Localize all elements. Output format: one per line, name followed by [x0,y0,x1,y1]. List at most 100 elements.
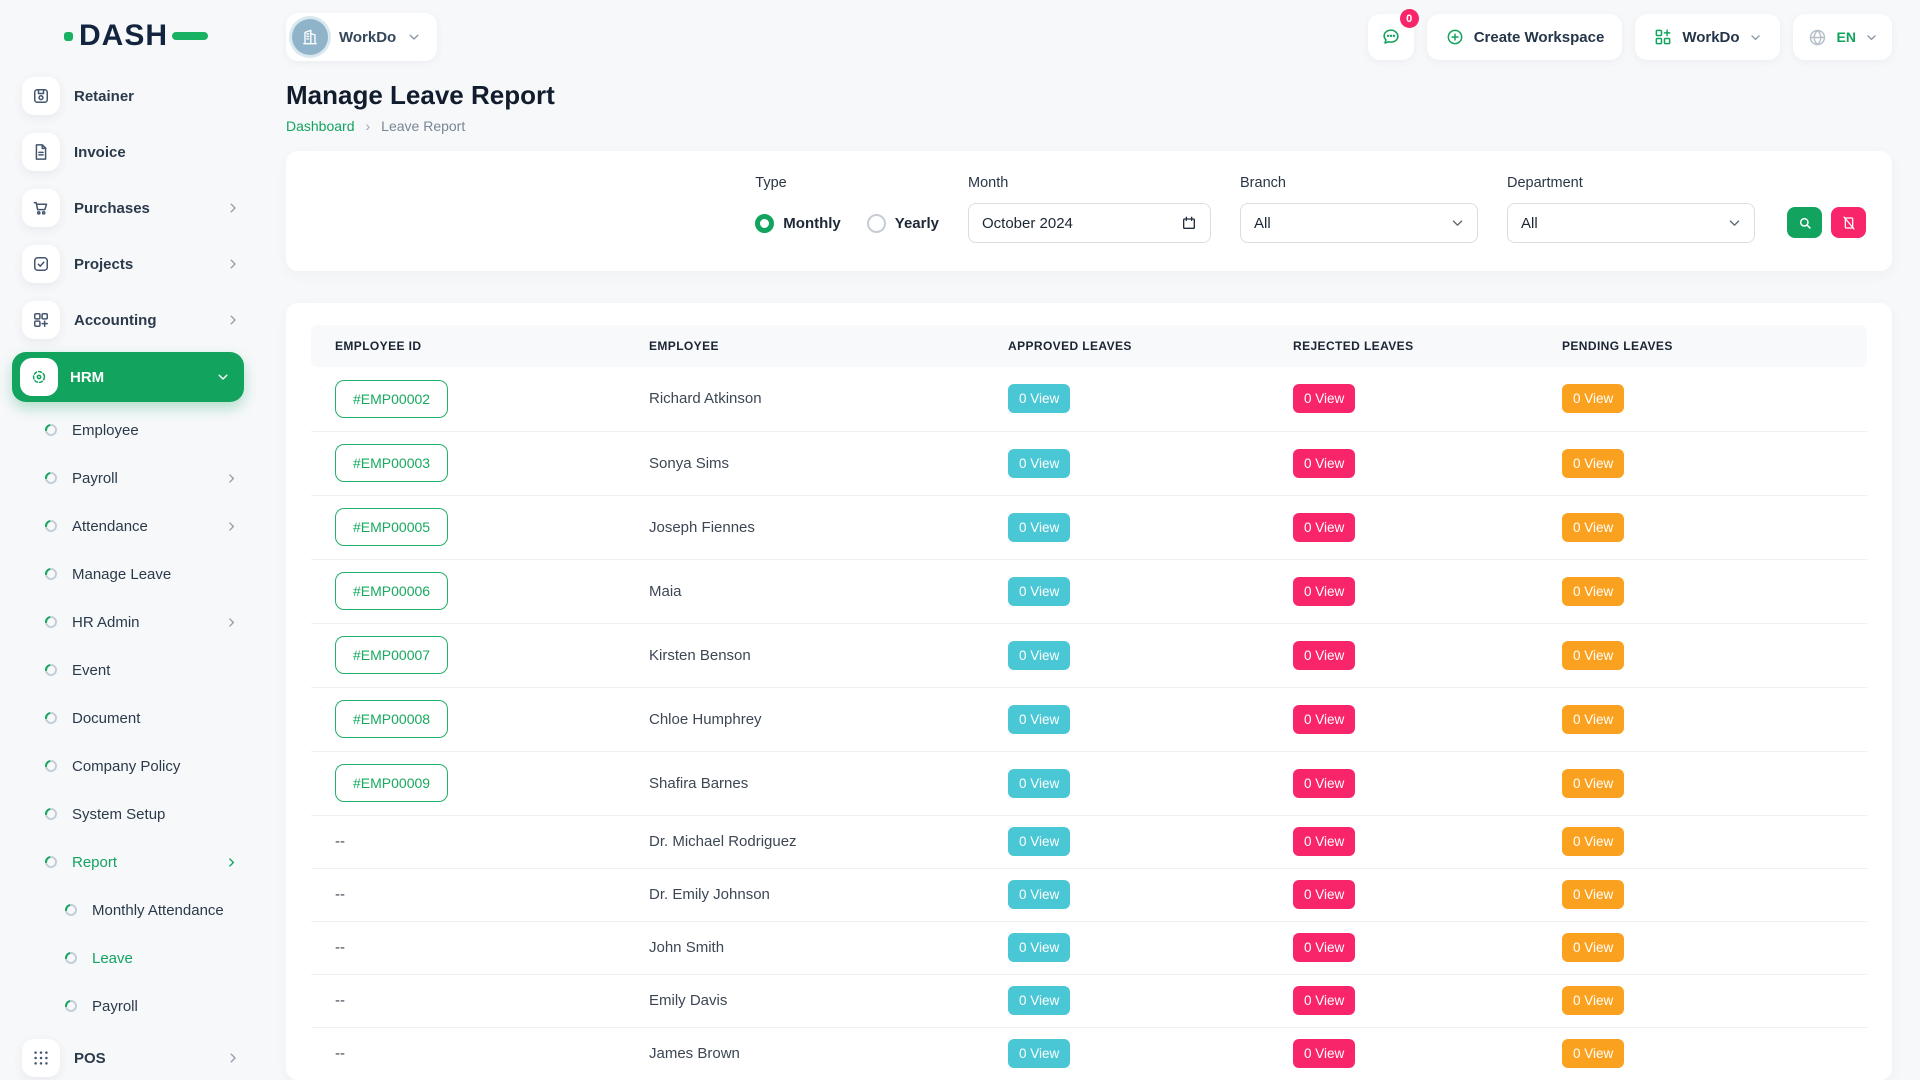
pending-leaves-view-badge[interactable]: 0 View [1562,880,1624,909]
employee-id-badge[interactable]: #EMP00002 [335,380,448,418]
sidebar-item-pos[interactable]: POS [0,1030,256,1080]
employee-name: Emily Davis [639,974,998,1027]
table-row: #EMP00003Sonya Sims0 View0 View0 View [311,431,1867,495]
approved-leaves-view-badge[interactable]: 0 View [1008,641,1070,670]
radio-yearly[interactable]: Yearly [867,214,939,233]
pending-leaves-view-badge[interactable]: 0 View [1562,986,1624,1015]
projects-check-icon-box [22,245,60,283]
rejected-leaves-view-badge[interactable]: 0 View [1293,705,1355,734]
month-input[interactable]: October 2024 [968,203,1211,243]
approved-leaves-view-badge[interactable]: 0 View [1008,827,1070,856]
pending-leaves-view-badge[interactable]: 0 View [1562,641,1624,670]
approved-leaves-view-badge[interactable]: 0 View [1008,384,1070,413]
approved-leaves-view-badge[interactable]: 0 View [1008,705,1070,734]
sidebar-item-invoice[interactable]: Invoice [0,124,256,180]
pending-leaves-view-badge[interactable]: 0 View [1562,577,1624,606]
approved-leaves-view-badge[interactable]: 0 View [1008,513,1070,542]
rejected-leaves-view-badge[interactable]: 0 View [1293,769,1355,798]
radio-monthly-control[interactable] [755,214,774,233]
pending-leaves-view-badge[interactable]: 0 View [1562,384,1624,413]
language-selector[interactable]: EN [1793,14,1892,60]
invoice-file-icon [31,142,51,162]
rejected-leaves-view-badge[interactable]: 0 View [1293,933,1355,962]
sidebar-item-projects[interactable]: Projects [0,236,256,292]
employee-id-badge[interactable]: #EMP00007 [335,636,448,674]
approved-leaves-view-badge[interactable]: 0 View [1008,577,1070,606]
pending-leaves-view-badge[interactable]: 0 View [1562,933,1624,962]
employee-id-badge[interactable]: #EMP00009 [335,764,448,802]
type-label: Type [755,175,939,191]
approved-leaves-view-badge[interactable]: 0 View [1008,986,1070,1015]
sidebar-item-accounting[interactable]: Accounting [0,292,256,348]
reset-filter-button[interactable] [1831,207,1866,238]
sidebar-item-label: Retainer [74,88,240,105]
approved-leaves-view-badge[interactable]: 0 View [1008,1039,1070,1068]
sidebar-item-event[interactable]: Event [0,646,256,694]
employee-id-badge[interactable]: #EMP00008 [335,700,448,738]
sidebar-item-payroll[interactable]: Payroll [0,982,256,1030]
employee-name: Maia [639,559,998,623]
column-header-employee: EMPLOYEE [639,325,998,367]
approved-leaves-view-badge[interactable]: 0 View [1008,449,1070,478]
sidebar-item-label: Attendance [72,518,225,535]
breadcrumb-dashboard-link[interactable]: Dashboard [286,118,355,134]
create-workspace-button[interactable]: Create Workspace [1427,14,1623,60]
pending-leaves-view-badge[interactable]: 0 View [1562,769,1624,798]
rejected-leaves-view-badge[interactable]: 0 View [1293,827,1355,856]
employee-id-badge[interactable]: #EMP00005 [335,508,448,546]
approved-leaves-view-badge[interactable]: 0 View [1008,880,1070,909]
rejected-leaves-view-badge[interactable]: 0 View [1293,577,1355,606]
pending-leaves-view-badge[interactable]: 0 View [1562,1039,1624,1068]
rejected-leaves-view-badge[interactable]: 0 View [1293,513,1355,542]
pending-leaves-view-badge[interactable]: 0 View [1562,449,1624,478]
column-header-pending-leaves: PENDING LEAVES [1552,325,1867,367]
sidebar-item-hr-admin[interactable]: HR Admin [0,598,256,646]
sidebar-item-document[interactable]: Document [0,694,256,742]
chevron-right-icon [225,616,238,629]
rejected-leaves-view-badge[interactable]: 0 View [1293,880,1355,909]
sidebar-item-retainer[interactable]: Retainer [0,68,256,124]
sidebar-item-purchases[interactable]: Purchases [0,180,256,236]
breadcrumb-separator: › [366,118,371,134]
sidebar-item-leave[interactable]: Leave [0,934,256,982]
sidebar-item-hrm[interactable]: HRM [12,352,244,402]
bullet-donut-icon [45,616,57,628]
sidebar-item-system-setup[interactable]: System Setup [0,790,256,838]
radio-monthly[interactable]: Monthly [755,214,841,233]
messenger-button[interactable]: 0 [1368,14,1414,60]
filter-controls: Type Monthly Yearly [755,175,1866,243]
approved-leaves-view-badge[interactable]: 0 View [1008,933,1070,962]
sidebar-item-report[interactable]: Report [0,838,256,886]
pending-leaves-view-badge[interactable]: 0 View [1562,513,1624,542]
search-button[interactable] [1787,207,1822,238]
sidebar-item-company-policy[interactable]: Company Policy [0,742,256,790]
sidebar-item-employee[interactable]: Employee [0,406,256,454]
rejected-leaves-view-badge[interactable]: 0 View [1293,986,1355,1015]
department-select[interactable]: All [1507,203,1755,243]
bullet-donut-icon [45,856,57,868]
pending-leaves-view-badge[interactable]: 0 View [1562,705,1624,734]
rejected-leaves-view-badge[interactable]: 0 View [1293,449,1355,478]
logo-text: DASH [79,21,168,51]
rejected-leaves-view-badge[interactable]: 0 View [1293,641,1355,670]
app-switcher-button[interactable]: WorkDo [1635,14,1779,60]
radio-yearly-control[interactable] [867,214,886,233]
department-label: Department [1507,175,1755,191]
radio-monthly-label: Monthly [783,215,841,232]
workspace-selector[interactable]: WorkDo [286,13,437,61]
employee-id-badge[interactable]: #EMP00006 [335,572,448,610]
rejected-leaves-view-badge[interactable]: 0 View [1293,384,1355,413]
sidebar-item-manage-leave[interactable]: Manage Leave [0,550,256,598]
pending-leaves-view-badge[interactable]: 0 View [1562,827,1624,856]
rejected-leaves-view-badge[interactable]: 0 View [1293,1039,1355,1068]
app-logo[interactable]: DASH [0,22,256,68]
employee-id-badge[interactable]: #EMP00003 [335,444,448,482]
branch-select[interactable]: All [1240,203,1478,243]
breadcrumb: Dashboard › Leave Report [286,118,1892,134]
sidebar-item-attendance[interactable]: Attendance [0,502,256,550]
sidebar-item-payroll[interactable]: Payroll [0,454,256,502]
table-row: #EMP00008Chloe Humphrey0 View0 View0 Vie… [311,687,1867,751]
sidebar-item-label: Purchases [74,200,226,217]
sidebar-item-monthly-attendance[interactable]: Monthly Attendance [0,886,256,934]
approved-leaves-view-badge[interactable]: 0 View [1008,769,1070,798]
